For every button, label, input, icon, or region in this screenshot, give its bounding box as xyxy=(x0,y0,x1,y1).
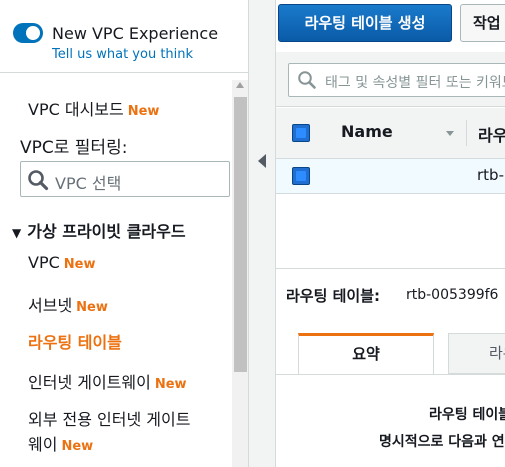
create-route-table-button[interactable]: 라우팅 테이블 생성 xyxy=(278,4,452,42)
vpc-select-input[interactable]: VPC 선택 xyxy=(20,161,230,197)
route-table-id-cell[interactable]: rtb-005399f6 xyxy=(477,166,505,184)
new-experience-title: New VPC Experience xyxy=(52,24,219,43)
sidebar-item-label: 인터넷 게이트웨이 xyxy=(28,373,151,392)
sort-caret-icon[interactable] xyxy=(446,131,454,136)
sidebar-item-route-tables[interactable]: 라우팅 테이블 xyxy=(28,329,122,353)
select-all-checkbox[interactable] xyxy=(292,124,310,142)
sidebar-collapse-bar[interactable] xyxy=(248,0,276,467)
sidebar-item-label: 서브넷 xyxy=(28,296,73,315)
detail-route-table-id: rtb-005399f6 xyxy=(406,287,499,303)
sidebar-item-label: 웨이 xyxy=(28,435,58,454)
new-badge: New xyxy=(61,439,94,454)
search-placeholder: 태그 및 속성별 필터 또는 키워드별 검색 xyxy=(325,75,505,91)
toggle-knob xyxy=(26,26,40,40)
detail-title: 라우팅 테이블: xyxy=(286,287,381,305)
sidebar-item-dashboard[interactable]: VPC 대시보드 New xyxy=(28,96,159,120)
checkbox-fill xyxy=(296,128,306,138)
scroll-up-arrow-icon[interactable] xyxy=(236,82,244,88)
filter-bar: 태그 및 속성별 필터 또는 키워드별 검색 xyxy=(276,52,505,107)
search-icon xyxy=(298,71,316,89)
summary-explicit-association-label: 명시적으로 다음과 연결 xyxy=(379,434,505,450)
sidebar-item-internet-gateways[interactable]: 인터넷 게이트웨이 New xyxy=(28,369,187,393)
column-header-name[interactable]: Name xyxy=(341,122,393,141)
table-header: Name 라우팅 테이블 ID xyxy=(276,108,505,159)
new-experience-toggle[interactable] xyxy=(13,23,43,43)
new-experience-header: New VPC Experience Tell us what you thin… xyxy=(0,0,248,73)
search-input[interactable]: 태그 및 속성별 필터 또는 키워드별 검색 xyxy=(288,63,505,97)
sidebar-item-label: 외부 전용 인터넷 게이트 xyxy=(28,410,191,429)
detail-divider xyxy=(276,268,505,269)
sidebar-item-label: VPC 대시보드 xyxy=(28,100,124,119)
scrollbar-thumb[interactable] xyxy=(234,97,247,372)
feedback-link[interactable]: Tell us what you think xyxy=(52,47,193,62)
caret-down-icon: ▼ xyxy=(12,226,22,240)
actions-button[interactable]: 작업 xyxy=(460,4,505,42)
checkbox-fill xyxy=(296,171,306,181)
column-separator xyxy=(466,120,467,146)
sidebar-item-label: VPC xyxy=(28,253,60,272)
tab-underline xyxy=(276,374,505,375)
new-badge: New xyxy=(154,377,187,392)
new-badge: New xyxy=(127,104,160,119)
sidebar-item-egress-only-igw[interactable]: 외부 전용 인터넷 게이트 xyxy=(28,406,190,430)
vpc-select-placeholder: VPC 선택 xyxy=(55,174,122,193)
filter-label: VPC로 필터링: xyxy=(20,138,128,158)
tab-routes[interactable]: 라우팅 xyxy=(448,333,505,374)
main-panel: 라우팅 테이블 생성 작업 태그 및 속성별 필터 또는 키워드별 검색 Nam… xyxy=(276,0,505,467)
search-icon xyxy=(28,170,49,191)
new-badge: New xyxy=(76,300,108,315)
collapse-left-icon[interactable] xyxy=(258,154,266,168)
tab-summary[interactable]: 요약 xyxy=(298,333,434,375)
summary-route-table-id-label: 라우팅 테이블 ID xyxy=(429,407,505,423)
section-label: 가상 프라이빗 클라우드 xyxy=(27,222,186,241)
new-badge: New xyxy=(63,257,96,272)
sidebar-item-egress-only-igw-cont[interactable]: 웨이 New xyxy=(28,431,93,455)
sidebar-item-label: 라우팅 테이블 xyxy=(28,333,122,352)
column-header-route-table-id[interactable]: 라우팅 테이블 ID xyxy=(478,122,505,146)
row-checkbox[interactable] xyxy=(292,167,310,185)
sidebar: New VPC Experience Tell us what you thin… xyxy=(0,0,248,467)
table-row[interactable]: rtb-005399f6 xyxy=(276,159,505,194)
sidebar-item-subnets[interactable]: 서브넷 New xyxy=(28,292,108,316)
sidebar-item-vpc[interactable]: VPC New xyxy=(28,253,95,272)
section-virtual-private-cloud[interactable]: ▼ 가상 프라이빗 클라우드 xyxy=(12,218,186,242)
